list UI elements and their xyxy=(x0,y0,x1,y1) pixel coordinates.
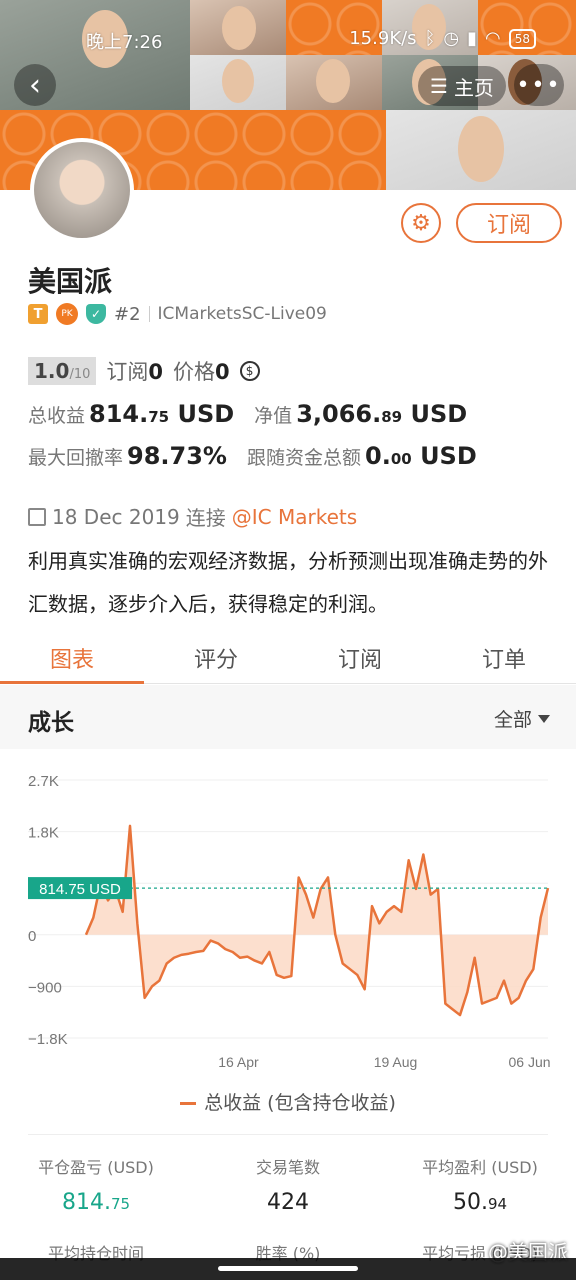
price-value: 0 xyxy=(214,360,230,384)
legend-swatch xyxy=(180,1102,197,1105)
signal-icon: ▮ xyxy=(467,28,477,49)
chart-legend[interactable]: 总收益 (包含持仓收益) xyxy=(0,1088,576,1115)
section-header-bg xyxy=(0,685,576,749)
trader-name: 美国派 xyxy=(28,265,113,298)
total-profit-value: 814.75 USD xyxy=(89,400,235,428)
stats-row-1: 总收益 814.75 USD 净值 3,066.89 USD xyxy=(28,400,467,428)
home-indicator[interactable] xyxy=(218,1266,358,1271)
connect-date: 18 Dec 2019 xyxy=(52,504,180,529)
metric-value: 424 xyxy=(267,1190,309,1215)
metrics-row: 平仓盈亏 (USD) 814.75 交易笔数 424 平均盈利 (USD) 50.94 xyxy=(0,1154,576,1215)
tab-bar: 图表 评分 订阅 订单 xyxy=(0,628,576,684)
connect-verb: 连接 xyxy=(185,506,226,530)
legend-label: 总收益 (包含持仓收益) xyxy=(204,1092,396,1114)
menu-lines-icon: ☰ xyxy=(430,74,448,98)
status-time: 晚上7:26 xyxy=(86,32,163,53)
alarm-icon: ◷ xyxy=(443,28,460,49)
range-value: 全部 xyxy=(493,709,532,731)
strategy-description: 利用真实准确的宏观经济数据，分析预测出现准确走势的外汇数据，逐步介入后，获得稳定… xyxy=(28,549,548,616)
rank: #2 xyxy=(114,303,141,325)
metric-0: 平仓盈亏 (USD) 814.75 xyxy=(0,1154,192,1215)
section-title: 成长 xyxy=(28,710,74,736)
subs-count: 0 xyxy=(148,360,163,384)
x-tick-label: 06 Jun xyxy=(508,1054,550,1070)
home-button[interactable]: ☰ 主页 xyxy=(418,66,506,106)
tab-subscribe[interactable]: 订阅 xyxy=(288,628,432,683)
account-server: ICMarketsSC-Live09 xyxy=(157,304,327,324)
y-tick-label: −1.8K xyxy=(28,1031,68,1048)
total-profit-label: 总收益 xyxy=(28,405,86,427)
tab-rating[interactable]: 评分 xyxy=(144,628,288,683)
verified-shield-icon[interactable]: ✓ xyxy=(86,304,106,324)
follow-funds-value: 0.00 USD xyxy=(365,442,477,470)
y-tick-label: 0 xyxy=(28,928,36,945)
x-tick-label: 19 Aug xyxy=(374,1054,418,1070)
price-label: 价格 xyxy=(172,360,215,384)
cover-photo xyxy=(386,110,576,190)
net-value: 3,066.89 USD xyxy=(296,400,468,428)
coin-icon: $ xyxy=(239,361,260,381)
current-value-label: 814.75 USD xyxy=(39,881,121,898)
follow-funds-label: 跟随资金总额 xyxy=(246,447,361,469)
x-tick-label: 16 Apr xyxy=(218,1054,259,1070)
avatar[interactable] xyxy=(30,138,134,242)
tab-orders[interactable]: 订单 xyxy=(432,628,576,683)
rating-row: 1.0/10 订阅0 价格0 $ xyxy=(28,356,260,386)
battery-icon: 58 xyxy=(508,28,536,49)
broker-link[interactable]: @IC Markets xyxy=(232,505,357,529)
pk-badge-icon[interactable]: PK xyxy=(56,303,78,325)
growth-chart[interactable]: 2.7K1.8K9000−900−1.8K16 Apr19 Aug06 Jun8… xyxy=(0,750,576,1130)
net-value-label: 净值 xyxy=(254,405,293,427)
gesture-bar xyxy=(0,1258,576,1280)
stats-row-2: 最大回撤率 98.73% 跟随资金总额 0.00 USD xyxy=(28,442,477,470)
cover-photo xyxy=(286,55,382,110)
metric-2: 平均盈利 (USD) 50.94 xyxy=(384,1154,576,1215)
score-badge: 1.0/10 xyxy=(28,357,97,385)
drawdown-value: 98.73% xyxy=(127,442,227,470)
divider xyxy=(148,306,150,322)
y-tick-label: −900 xyxy=(28,979,62,996)
network-speed: 15.9K/s xyxy=(349,28,417,49)
subscribe-button[interactable]: 订阅 xyxy=(456,203,562,243)
settings-button[interactable]: ⚙ xyxy=(401,203,441,243)
bluetooth-icon: ᛒ xyxy=(424,28,436,49)
status-bar: 晚上7:26 15.9K/s ᛒ ◷ ▮ ◠ 58 xyxy=(0,28,576,56)
calendar-icon xyxy=(28,507,46,526)
y-tick-label: 2.7K xyxy=(28,773,59,790)
badge-row: T PK ✓ #2 ICMarketsSC-Live09 xyxy=(28,302,327,326)
range-dropdown[interactable]: 全部 xyxy=(494,705,550,732)
home-button-label: 主页 xyxy=(453,75,494,100)
metric-label: 平均盈利 (USD) xyxy=(422,1158,538,1177)
caret-down-icon xyxy=(538,714,550,723)
wifi-icon: ◠ xyxy=(485,28,501,49)
metric-1: 交易笔数 424 xyxy=(192,1154,384,1215)
more-button[interactable]: ••• xyxy=(514,64,564,106)
drawdown-label: 最大回撤率 xyxy=(28,447,124,469)
status-icons: 15.9K/s ᛒ ◷ ▮ ◠ 58 xyxy=(349,28,536,49)
metric-label: 交易笔数 xyxy=(255,1158,320,1177)
connection-info: 18 Dec 2019 连接 @IC Markets xyxy=(28,502,357,531)
metric-label: 平仓盈亏 (USD) xyxy=(38,1158,154,1177)
metric-value: 814.75 xyxy=(61,1190,131,1215)
trader-badge-icon[interactable]: T xyxy=(28,304,48,324)
divider xyxy=(28,1134,548,1135)
metric-value: 50.94 xyxy=(452,1190,508,1215)
cover-photo xyxy=(190,55,286,110)
tab-chart[interactable]: 图表 xyxy=(0,628,144,684)
y-tick-label: 1.8K xyxy=(28,825,59,842)
gear-icon: ⚙ xyxy=(411,210,431,236)
back-button[interactable]: ‹ xyxy=(14,64,56,106)
subs-label: 订阅 xyxy=(106,360,149,384)
